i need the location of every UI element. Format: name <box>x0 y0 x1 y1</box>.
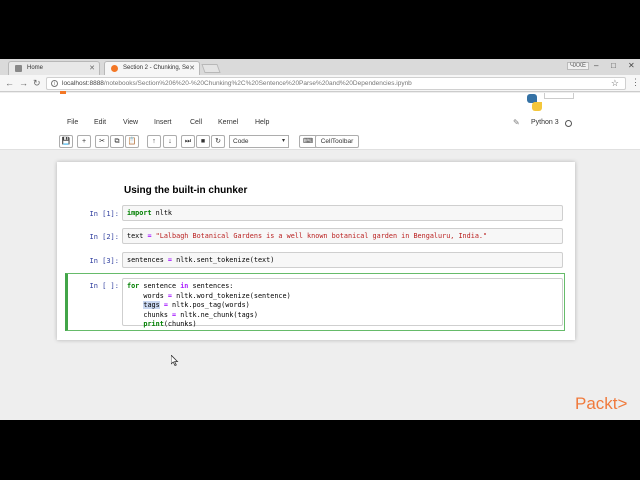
header-title-partial <box>60 91 575 99</box>
menu-file[interactable]: File <box>67 119 78 126</box>
maximize-icon[interactable]: □ <box>611 61 616 70</box>
close-icon[interactable]: ✕ <box>89 64 95 72</box>
code-token: sentence <box>139 282 181 290</box>
code-token: sentences: <box>188 282 234 290</box>
page-icon <box>15 65 22 72</box>
python-logo-icon <box>524 94 544 112</box>
notebook-toolbar: 💾 + ✂ ⧉ 📋 ↑ ↓ ⏭ ■ ↻ Code ▾ ⌨ CellToolbar <box>57 134 575 150</box>
code-token: nltk.ne_chunk(tags) <box>176 310 258 319</box>
code-token: nltk <box>151 209 173 217</box>
logout-button[interactable] <box>544 93 574 99</box>
kernel-name: Python 3 <box>531 119 559 126</box>
markdown-heading[interactable]: Using the built-in chunker <box>124 185 247 196</box>
paste-button[interactable]: 📋 <box>125 135 139 148</box>
tab-notebook[interactable]: Section 2 - Chunking, Se ✕ <box>104 61 200 75</box>
jupyter-favicon-icon <box>111 65 118 72</box>
menu-help[interactable]: Help <box>255 119 269 126</box>
run-button[interactable]: ⏭ <box>181 135 195 148</box>
browser-menu-icon[interactable]: ⋮ <box>631 77 640 88</box>
move-up-button[interactable]: ↑ <box>147 135 161 148</box>
copy-button[interactable]: ⧉ <box>110 135 124 148</box>
bookmark-star-icon[interactable]: ☆ <box>611 78 619 89</box>
chevron-down-icon: ▾ <box>281 138 285 144</box>
back-icon[interactable]: ← <box>5 78 14 88</box>
menu-cell[interactable]: Cell <box>190 119 202 126</box>
cell-type-value: Code <box>233 138 249 145</box>
code-token: sentences <box>127 256 168 264</box>
jupyter-page: File Edit View Insert Cell Kernel Help ✎… <box>0 91 640 420</box>
info-icon[interactable]: i <box>51 80 58 87</box>
packt-logo: Packt> <box>575 394 628 413</box>
code-token: words <box>127 291 168 300</box>
menu-edit[interactable]: Edit <box>94 119 106 126</box>
interrupt-button[interactable]: ■ <box>196 135 210 148</box>
close-window-icon[interactable]: ✕ <box>628 61 635 70</box>
forward-icon[interactable]: → <box>19 78 28 88</box>
code-token: text <box>127 232 148 240</box>
code-token: nltk.pos_tag(words) <box>167 301 250 309</box>
celltoolbar-button[interactable]: CellToolbar <box>315 135 359 148</box>
tab-notebook-label: Section 2 - Chunking, Se <box>123 65 190 71</box>
input-prompt: In [2]: <box>89 233 119 241</box>
kernel-status-icon <box>565 120 572 127</box>
code-token: import <box>127 209 152 217</box>
code-token: print <box>143 320 164 328</box>
code-input[interactable]: text = "Lalbagh Botanical Gardens is a w… <box>122 228 563 244</box>
video-letterbox-bottom <box>0 420 640 480</box>
input-prompt: In [3]: <box>89 257 119 265</box>
mouse-cursor-icon <box>171 355 179 366</box>
code-token: (chunks) <box>163 320 197 328</box>
cut-button[interactable]: ✂ <box>95 135 109 148</box>
address-toolbar: ← → ↻ i localhost:8888/notebooks/Section… <box>0 75 640 92</box>
reload-icon[interactable]: ↻ <box>33 78 41 89</box>
menu-view[interactable]: View <box>123 119 138 126</box>
notebook-container: Using the built-in chunker In [1]: impor… <box>57 162 575 340</box>
menu-bar: File Edit View Insert Cell Kernel Help ✎… <box>57 115 575 133</box>
input-prompt: In [ ]: <box>89 282 119 290</box>
input-prompt: In [1]: <box>89 210 119 218</box>
code-token: nltk.word_tokenize(sentence) <box>172 291 291 300</box>
move-down-button[interactable]: ↓ <box>163 135 177 148</box>
selected-text: tags <box>143 301 160 309</box>
code-token: for <box>127 282 140 290</box>
close-icon[interactable]: ✕ <box>189 64 195 72</box>
code-cell-active[interactable]: In [ ]: for sentence in sentences: words… <box>65 273 565 331</box>
save-button[interactable]: 💾 <box>59 135 73 148</box>
code-token: "Lalbagh Botanical Gardens is a well kno… <box>151 232 488 240</box>
cell-type-select[interactable]: Code ▾ <box>229 135 289 148</box>
url-path: /notebooks/Section%206%20-%20Chunking%2C… <box>103 80 412 87</box>
tab-home-label: Home <box>27 65 44 71</box>
minimize-icon[interactable]: – <box>594 61 598 70</box>
notebook-header: File Edit View Insert Cell Kernel Help ✎… <box>0 91 640 150</box>
new-tab-button[interactable] <box>201 64 221 73</box>
code-input[interactable]: for sentence in sentences: words = nltk.… <box>122 278 563 328</box>
code-input[interactable]: sentences = nltk.sent_tokenize(text) <box>122 252 563 268</box>
code-token: nltk.sent_tokenize(text) <box>172 256 275 264</box>
tab-home[interactable]: Home ✕ <box>8 61 100 75</box>
video-letterbox-top <box>0 0 640 59</box>
address-bar[interactable]: i localhost:8888/notebooks/Section%206%2… <box>46 77 626 90</box>
code-input[interactable]: import nltk <box>122 205 563 221</box>
url-host: localhost:8888 <box>62 80 104 87</box>
menu-insert[interactable]: Insert <box>154 119 172 126</box>
tab-strip: Home ✕ Section 2 - Chunking, Se ✕ ЧХХЕ –… <box>0 59 640 75</box>
insert-cell-button[interactable]: + <box>77 135 91 148</box>
profile-badge[interactable]: ЧХХЕ <box>567 62 590 70</box>
menu-kernel[interactable]: Kernel <box>218 119 238 126</box>
jupyter-logo-icon <box>60 91 66 94</box>
url-text[interactable]: localhost:8888/notebooks/Section%206%20-… <box>62 80 412 87</box>
restart-button[interactable]: ↻ <box>211 135 225 148</box>
code-token: chunks <box>127 310 173 319</box>
browser-window: Home ✕ Section 2 - Chunking, Se ✕ ЧХХЕ –… <box>0 59 640 420</box>
pencil-icon[interactable]: ✎ <box>513 118 520 127</box>
